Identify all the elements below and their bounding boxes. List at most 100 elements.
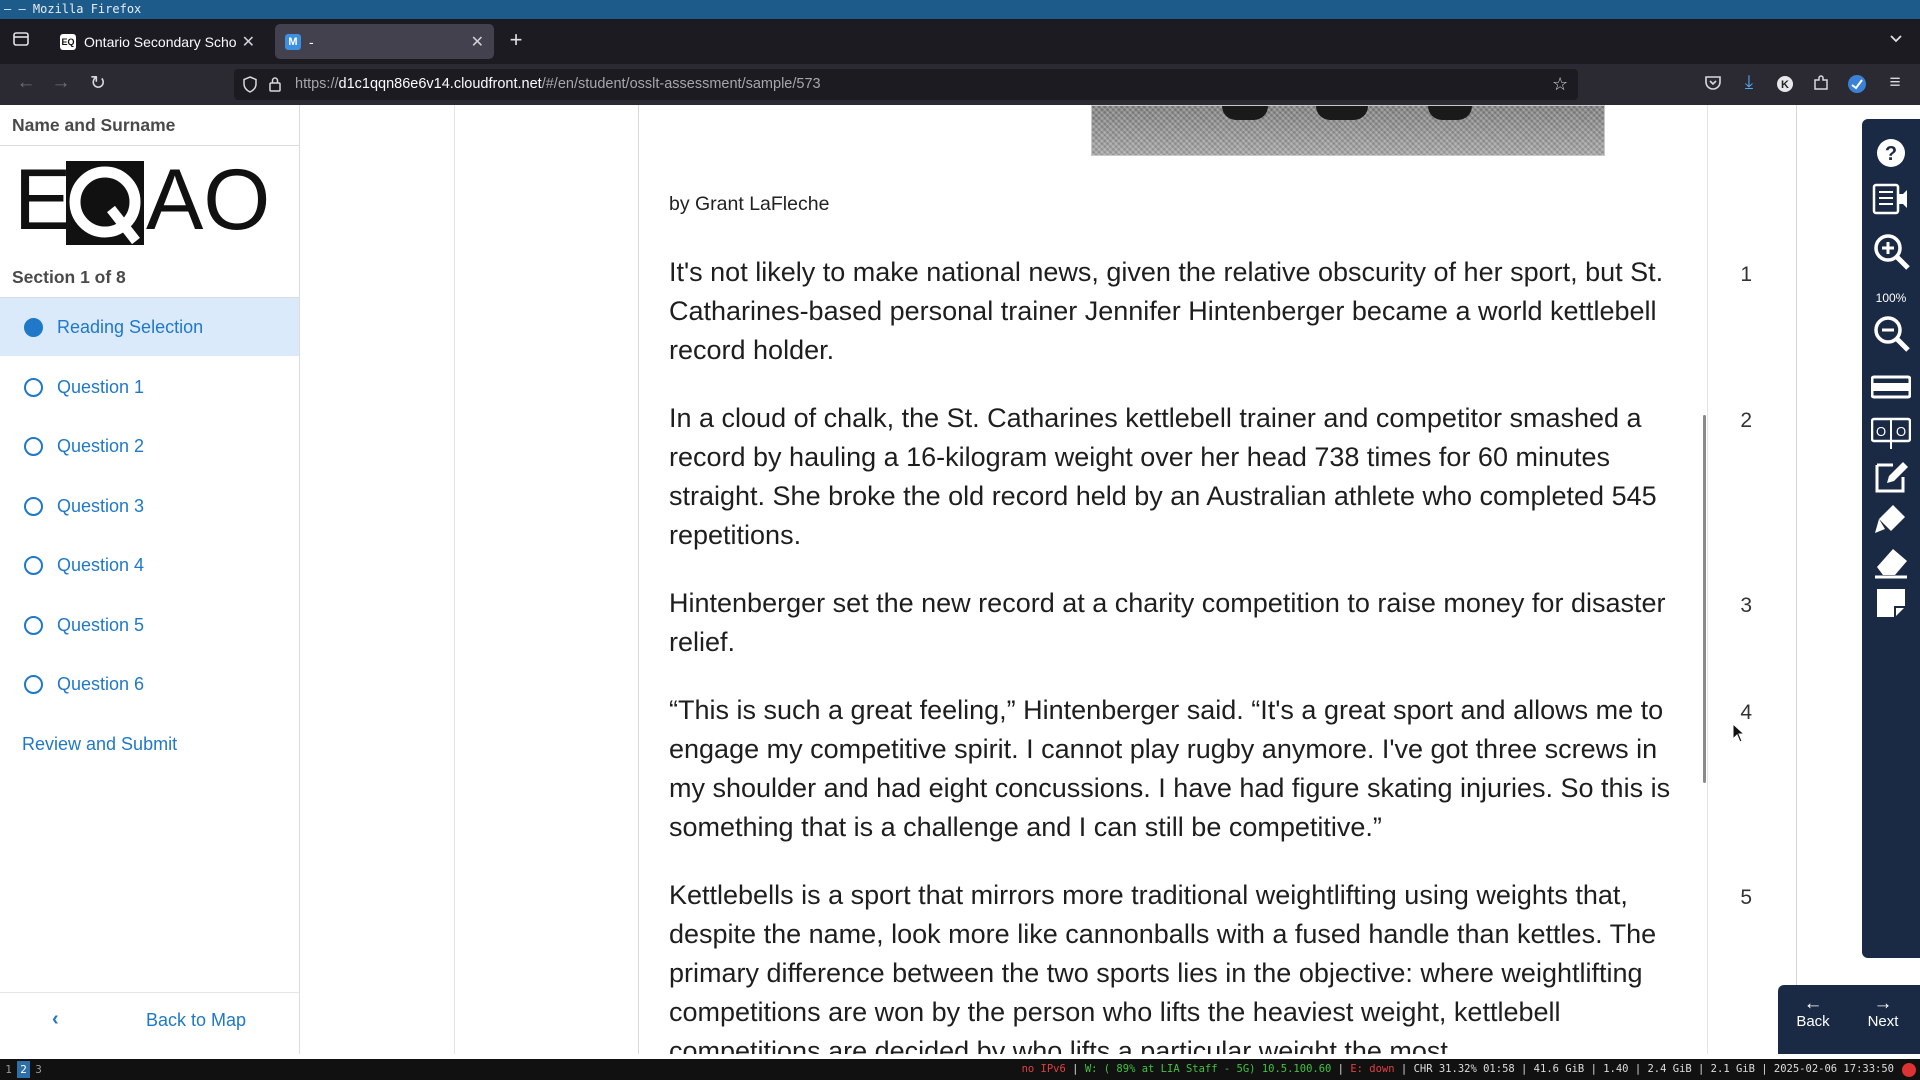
next-label: Next <box>1867 1013 1899 1030</box>
nav-item-label: Reading Selection <box>57 316 204 337</box>
m-favicon-icon: M <box>285 33 301 50</box>
line-reader-icon[interactable] <box>1870 367 1912 407</box>
text-to-speech-icon[interactable] <box>1871 179 1911 219</box>
nav-item-reading-selection[interactable]: Reading Selection <box>0 298 299 356</box>
nav-item-label: Question 5 <box>57 614 145 635</box>
workspace-3[interactable]: 3 <box>32 1061 45 1078</box>
paragraph-number: 3 <box>1740 594 1752 617</box>
url-text[interactable]: https://d1c1qqn86e6v14.cloudfront.net/#/… <box>295 76 821 92</box>
account-k-icon[interactable]: K <box>1772 75 1798 99</box>
next-button[interactable]: → Next <box>1853 993 1913 1030</box>
tab-overview-icon[interactable] <box>10 30 32 53</box>
svg-text:E: E <box>14 157 71 247</box>
tab-title: Ontario Secondary School <box>84 33 236 50</box>
mouse-pointer-icon <box>1732 723 1746 743</box>
url-host: d1c1qqn86e6v14.cloudfront.net <box>338 76 542 92</box>
review-and-submit-link[interactable]: Review and Submit <box>22 734 177 755</box>
empty-circle-icon <box>24 436 43 456</box>
section-indicator: Section 1 of 8 <box>12 267 126 287</box>
hide-options-icon[interactable]: OO <box>1870 413 1912 453</box>
eqao-logo: E AO <box>14 152 284 248</box>
reading-passage: by Grant LaFleche It's not likely to mak… <box>638 105 1797 1054</box>
downloads-icon[interactable]: ⤓ <box>1736 72 1762 94</box>
url-path: /#/en/student/osslt-assessment/sample/57… <box>541 76 821 92</box>
back-button[interactable]: ← Back <box>1783 993 1843 1030</box>
paragraph: Kettlebells is a sport that mirrors more… <box>669 880 1657 1054</box>
nav-item-label: Question 1 <box>57 376 145 397</box>
svg-text:?: ? <box>1885 143 1897 165</box>
navigation-toolbar: ← → ↻ https://d1c1qqn86e6v14.cloudfront.… <box>0 64 1920 105</box>
bookmark-star-icon[interactable]: ☆ <box>1552 74 1568 95</box>
nav-item-label: Question 3 <box>57 495 145 516</box>
nav-item-question-6[interactable]: Question 6 <box>0 655 299 713</box>
tab-title: - <box>309 33 314 50</box>
divider <box>0 145 299 146</box>
nav-item-question-3[interactable]: Question 3 <box>0 477 299 535</box>
chevron-left-icon: ‹ <box>52 1008 59 1030</box>
eraser-icon[interactable] <box>1871 541 1911 581</box>
highlighter-icon[interactable] <box>1871 499 1911 539</box>
sticky-note-icon[interactable] <box>1871 583 1911 623</box>
zoom-out-icon[interactable] <box>1871 313 1911 353</box>
tab-close-icon[interactable]: ✕ <box>471 32 484 52</box>
ethernet-status: E: down <box>1350 1063 1395 1075</box>
wifi-status: W: ( 89% at LIA Staff - 5G) 10.5.100.60 <box>1084 1063 1332 1075</box>
zoom-level-text: 100% <box>1875 291 1907 305</box>
workspace-2[interactable]: 2 <box>17 1061 30 1078</box>
paragraph-number: 2 <box>1740 409 1752 432</box>
system-stats: CHR 31.32% 01:58 | 41.6 GiB | 1.40 | 2.4… <box>1413 1063 1894 1075</box>
hamburger-menu-icon[interactable]: ≡ <box>1882 72 1908 94</box>
nav-item-question-1[interactable]: Question 1 <box>0 358 299 416</box>
forward-arrow-icon[interactable]: → <box>48 72 74 94</box>
svg-text:K: K <box>1781 79 1789 91</box>
url-bar[interactable]: https://d1c1qqn86e6v14.cloudfront.net/#/… <box>234 69 1578 100</box>
eqao-favicon-icon: EQ <box>60 33 76 50</box>
tab-strip: EQ Ontario Secondary School ✕ M - ✕ + <box>0 19 1920 64</box>
reading-pane[interactable]: by Grant LaFleche It's not likely to mak… <box>300 105 1920 1054</box>
filled-circle-icon <box>24 317 43 337</box>
svg-text:O: O <box>1876 424 1886 439</box>
lock-icon[interactable] <box>268 76 282 98</box>
paragraph: It's not likely to make national news, g… <box>669 257 1664 365</box>
system-status-bar: 1 2 3 no IPv6 | W: ( 89% at LIA Staff - … <box>0 1059 1920 1080</box>
back-arrow-icon[interactable]: ← <box>13 72 39 94</box>
pocket-icon[interactable] <box>1700 74 1726 98</box>
nav-item-question-5[interactable]: Question 5 <box>0 596 299 654</box>
byline: by Grant LaFleche <box>669 193 830 215</box>
help-icon[interactable]: ? <box>1871 133 1911 173</box>
extensions-icon[interactable] <box>1808 74 1834 98</box>
reload-icon[interactable]: ↻ <box>85 72 111 95</box>
empty-circle-icon <box>24 615 43 635</box>
notepad-icon[interactable] <box>1871 457 1911 497</box>
arrow-left-icon: ← <box>1803 993 1823 1014</box>
empty-circle-icon <box>24 377 43 397</box>
tray-icon[interactable] <box>1902 1063 1916 1077</box>
nav-item-label: Question 4 <box>57 554 145 575</box>
tab-ontario-secondary-school[interactable]: EQ Ontario Secondary School ✕ <box>50 24 265 59</box>
nav-item-label: Question 6 <box>57 673 145 694</box>
url-scheme: https:// <box>295 76 339 92</box>
reading-page: by Grant LaFleche It's not likely to mak… <box>454 105 1797 1054</box>
tab-close-icon[interactable]: ✕ <box>242 32 255 52</box>
nav-item-question-2[interactable]: Question 2 <box>0 417 299 475</box>
paragraph-number: 1 <box>1740 263 1752 286</box>
workspace-1[interactable]: 1 <box>2 1061 15 1078</box>
extension-blue-icon[interactable] <box>1844 74 1870 100</box>
back-to-map-button[interactable]: ‹ Back to Map <box>0 1005 299 1039</box>
back-next-nav: ← Back → Next <box>1778 985 1920 1054</box>
paragraph: “This is such a great feeling,” Hintenbe… <box>669 695 1671 842</box>
nav-item-question-4[interactable]: Question 4 <box>0 536 299 594</box>
kettlebell-photo <box>1091 105 1605 156</box>
list-all-tabs-icon[interactable] <box>1884 30 1908 51</box>
zoom-in-icon[interactable] <box>1871 231 1911 271</box>
new-tab-icon[interactable]: + <box>504 27 528 53</box>
scrollbar-thumb[interactable] <box>1703 415 1706 783</box>
shield-icon[interactable] <box>242 76 258 98</box>
paragraph: In a cloud of chalk, the St. Catharines … <box>669 403 1657 550</box>
empty-circle-icon <box>24 674 43 694</box>
arrow-right-icon: → <box>1873 993 1893 1014</box>
back-label: Back <box>1796 1013 1830 1030</box>
paragraph-number: 4 <box>1740 701 1752 724</box>
tab-active[interactable]: M - ✕ <box>275 24 494 59</box>
svg-text:AO: AO <box>146 157 270 247</box>
